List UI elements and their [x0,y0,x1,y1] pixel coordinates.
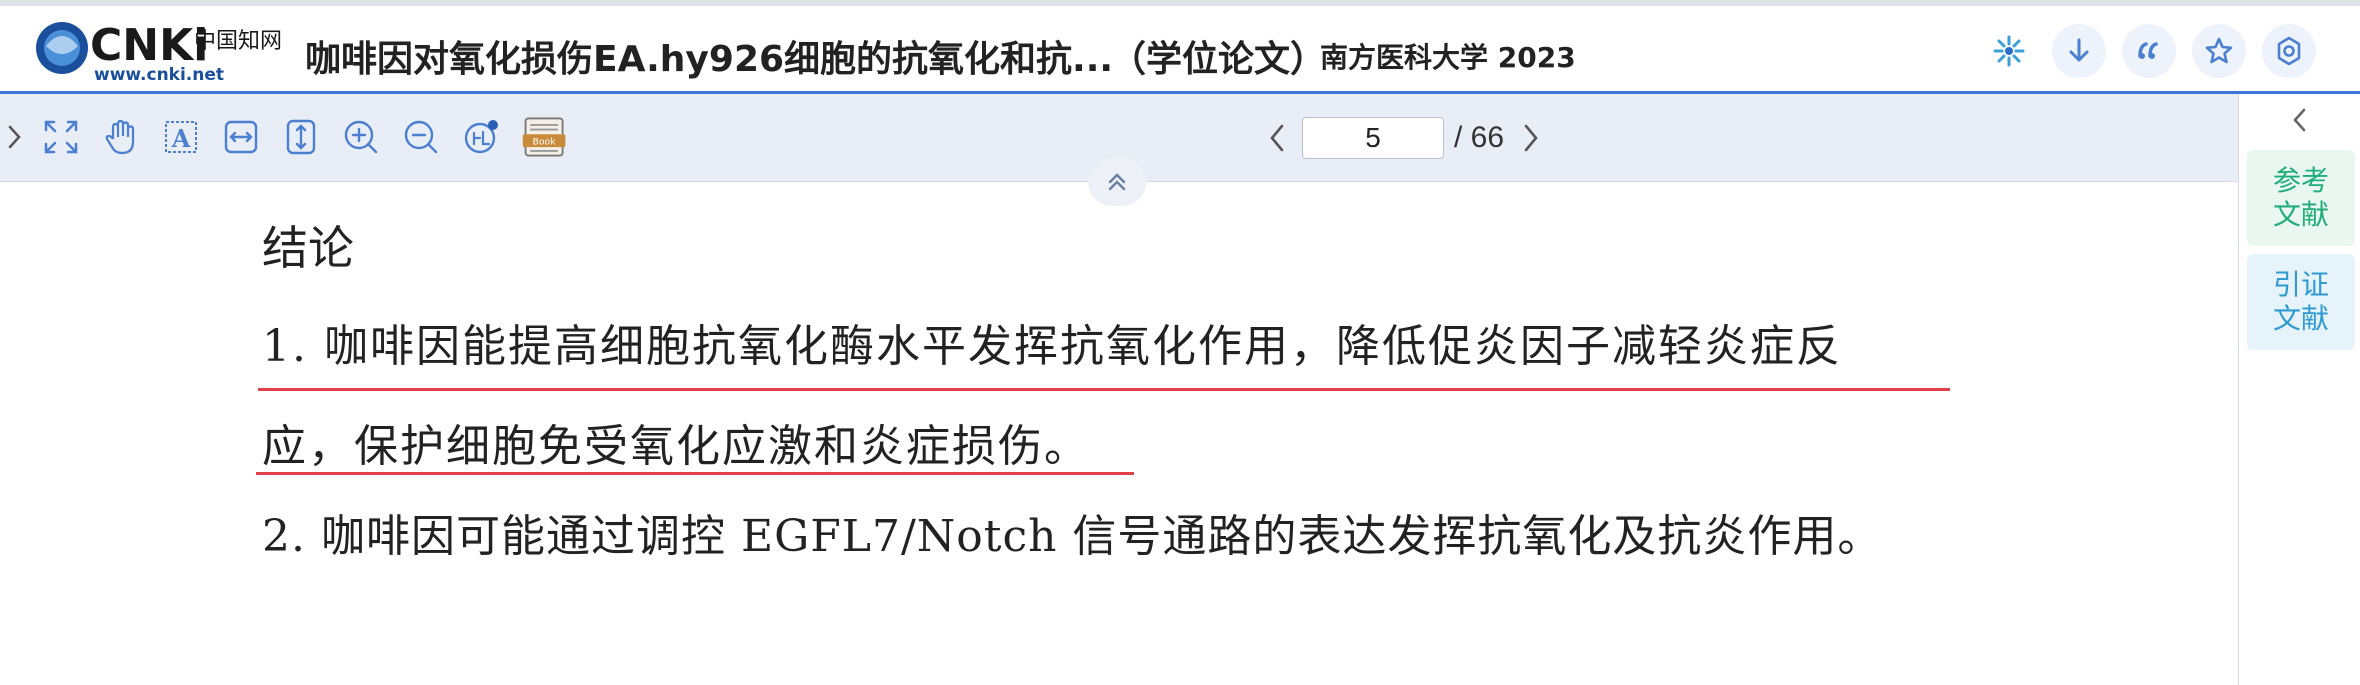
text-select-icon: A [165,121,197,153]
quote-icon [2138,42,2158,59]
document-title: 咖啡因对氧化损伤EA.hy926细胞的抗氧化和抗... [305,39,1114,80]
chevron-right-icon [8,125,21,149]
ocr-button[interactable] [458,114,504,160]
conclusion-line-1: 1. 咖啡因能提高细胞抗氧化酶水平发挥抗氧化作用，降低促炎因子减轻炎症反 [262,321,1842,372]
prev-page-button[interactable] [1262,116,1292,160]
page-number-input[interactable] [1302,117,1444,159]
references-tab[interactable]: 参考文献 [2247,150,2355,246]
text-select-button[interactable]: A [158,114,204,160]
svg-text:CNKi: CNKi [90,20,208,71]
download-icon [2069,38,2089,62]
header-bar: CNKi 中国知网 www.cnki.net 咖啡因对氧化损伤EA.hy926细… [0,6,2360,94]
svg-text:www.cnki.net: www.cnki.net [94,65,224,84]
page-navigator: / 66 [1262,114,1546,162]
side-panel: 参考文献 引证文献 [2238,94,2360,685]
next-page-button[interactable] [1516,116,1546,160]
settings-gear-icon [2277,36,2301,66]
svg-text:Book: Book [533,136,557,147]
quote-button[interactable] [2122,24,2176,78]
zoom-in-icon [344,120,378,154]
double-chevron-up-icon [1108,173,1126,191]
book-view-button[interactable]: Book [518,114,572,160]
expand-left-button[interactable] [0,114,30,160]
chevron-right-icon [1524,124,1538,152]
hand-tool-button[interactable] [98,114,144,160]
hand-icon [105,119,135,155]
fit-height-button[interactable] [278,114,324,160]
citations-label: 引证文献 [2272,268,2329,335]
book-icon: Book [522,117,566,157]
settings-button[interactable] [2262,24,2316,78]
ai-assistant-icon [1993,35,2025,67]
chevron-left-icon [1270,124,1284,152]
fullscreen-icon [44,120,78,154]
fit-height-icon [286,119,316,155]
ocr-icon [464,120,498,154]
document-page: 结论 1. 咖啡因能提高细胞抗氧化酶水平发挥抗氧化作用，降低促炎因子减轻炎症反 … [0,182,2238,685]
conclusion-line-2: 应，保护细胞免受氧化应激和炎症损伤。 [262,421,1090,472]
chevron-left-icon [2293,108,2306,132]
citations-tab[interactable]: 引证文献 [2247,254,2355,350]
side-panel-collapse-button[interactable] [2239,94,2360,146]
document-source: 南方医科大学 2023 [1320,41,1576,74]
conclusion-line-3: 2. 咖啡因可能通过调控 EGFL7/Notch 信号通路的表达发挥抗氧化及抗炎… [262,511,1883,562]
highlight-underline [256,472,1134,475]
fit-width-button[interactable] [218,114,264,160]
fit-width-icon [224,120,258,154]
page-total: / 66 [1454,121,1505,154]
zoom-out-button[interactable] [398,114,444,160]
references-label: 参考文献 [2272,164,2329,231]
zoom-out-icon [404,120,438,154]
ai-assistant-button[interactable] [1982,24,2036,78]
download-button[interactable] [2052,24,2106,78]
favorite-button[interactable] [2192,24,2246,78]
document-type: （学位论文） [1110,39,1327,80]
favorite-star-icon [2205,37,2233,64]
cnki-logo[interactable]: CNKi 中国知网 www.cnki.net [34,16,294,85]
highlight-underline [258,388,1950,391]
fullscreen-button[interactable] [38,114,84,160]
section-heading: 结论 [262,221,354,275]
toolbar-collapse-button[interactable] [1088,158,1146,206]
svg-text:中国知网: 中国知网 [194,29,282,54]
svg-text:A: A [171,124,191,153]
zoom-in-button[interactable] [338,114,384,160]
